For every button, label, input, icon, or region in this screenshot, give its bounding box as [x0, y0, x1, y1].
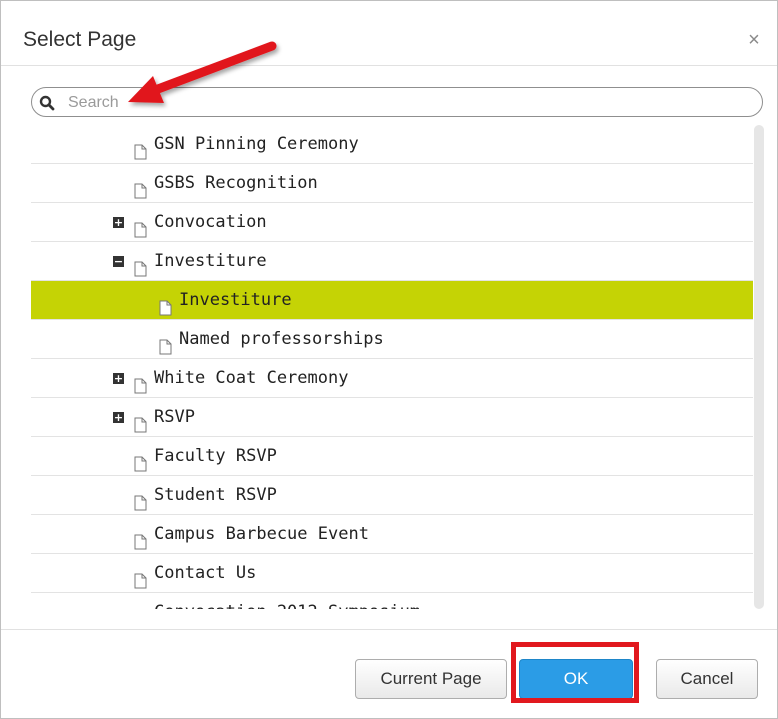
tree-row[interactable]: GSN Pinning Ceremony — [31, 125, 753, 164]
tree-row[interactable]: Contact Us — [31, 554, 753, 593]
close-icon[interactable]: × — [743, 29, 765, 51]
expand-icon[interactable]: + — [113, 373, 124, 384]
tree-row[interactable]: Convocation 2012 Symposium — [31, 593, 753, 609]
current-page-button[interactable]: Current Page — [355, 659, 507, 699]
search-icon — [39, 95, 55, 111]
tree-row-label: Named professorships — [179, 329, 384, 349]
tree-row-label: Faculty RSVP — [154, 446, 277, 466]
dialog-title: Select Page — [23, 28, 137, 51]
tree-row[interactable]: Faculty RSVP — [31, 437, 753, 476]
tree-row[interactable]: + Convocation — [31, 203, 753, 242]
dialog-header: Select Page × — [1, 1, 777, 66]
search-field[interactable] — [31, 87, 763, 117]
tree-row[interactable]: + White Coat Ceremony — [31, 359, 753, 398]
tree-row-label: GSN Pinning Ceremony — [154, 134, 359, 154]
tree-row[interactable]: Campus Barbecue Event — [31, 515, 753, 554]
page-icon — [134, 604, 147, 609]
collapse-icon[interactable]: − — [113, 256, 124, 267]
tree-row-label: RSVP — [154, 407, 195, 427]
tree-row[interactable]: − Investiture — [31, 242, 753, 281]
expand-icon[interactable]: + — [113, 412, 124, 423]
expand-icon[interactable]: + — [113, 217, 124, 228]
tree-row[interactable]: + RSVP — [31, 398, 753, 437]
tree-scrollbar[interactable] — [753, 125, 767, 609]
tree-row[interactable]: Student RSVP — [31, 476, 753, 515]
tree-row-label: Convocation 2012 Symposium — [154, 593, 420, 609]
tree-row-label: GSBS Recognition — [154, 173, 318, 193]
scrollbar-thumb[interactable] — [754, 125, 764, 609]
tree-row-label: Campus Barbecue Event — [154, 524, 369, 544]
ok-button-highlight-box — [511, 642, 639, 703]
cancel-button[interactable]: Cancel — [656, 659, 758, 699]
tree-row[interactable]: Named professorships — [31, 320, 753, 359]
tree-row-selected[interactable]: Investiture — [31, 281, 753, 320]
tree-row-label: Convocation — [154, 212, 267, 232]
page-tree: GSN Pinning Ceremony GSBS Recognition + Con… — [31, 125, 753, 609]
tree-row-label: Student RSVP — [154, 485, 277, 505]
tree-row-label: Contact Us — [154, 563, 257, 583]
select-page-dialog: Select Page × GSN Pinning Ceremony GSBS R… — [0, 0, 778, 719]
tree-row-label: White Coat Ceremony — [154, 368, 349, 388]
tree-row-label: Investiture — [179, 290, 292, 310]
tree-row[interactable]: GSBS Recognition — [31, 164, 753, 203]
tree-row-label: Investiture — [154, 251, 267, 271]
search-input[interactable] — [66, 91, 750, 115]
dialog-footer: Current Page OK Cancel — [1, 629, 777, 719]
